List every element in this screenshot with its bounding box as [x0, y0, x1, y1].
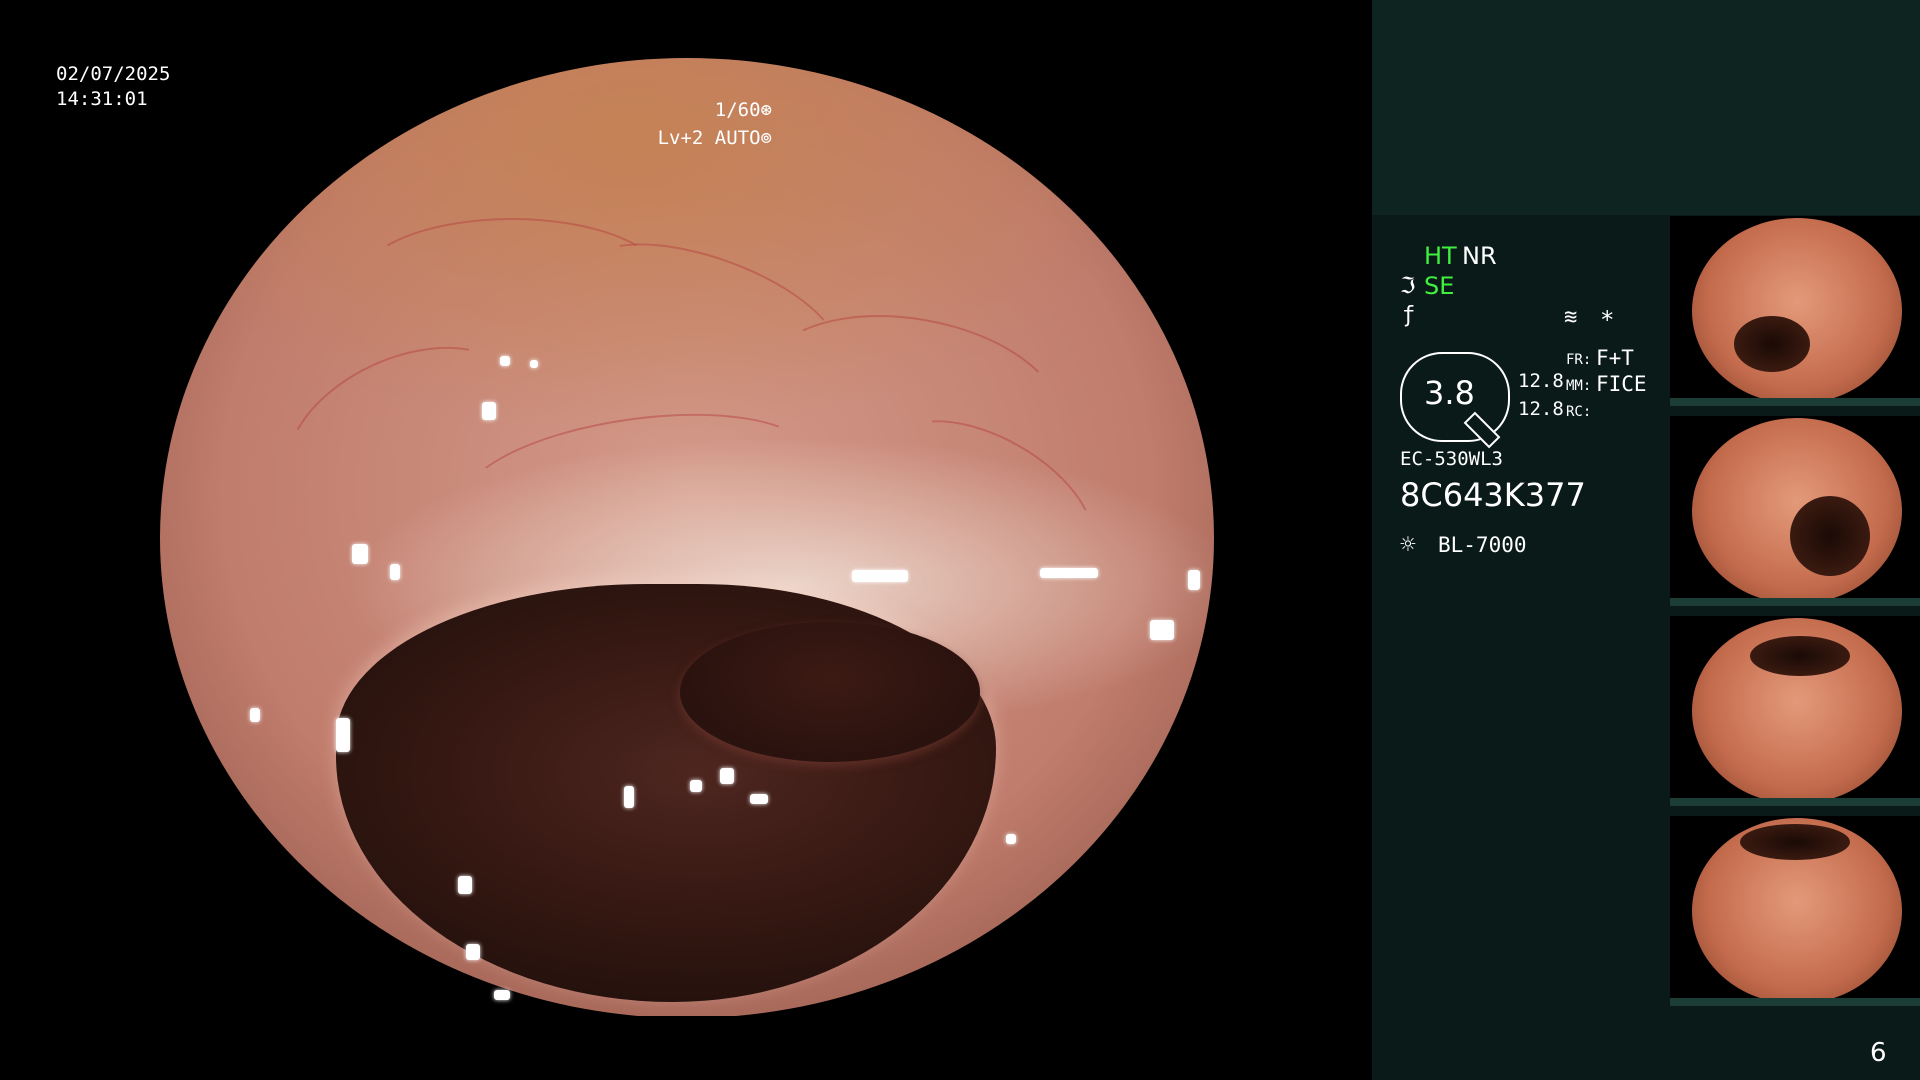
- date-label: 02/07/2025: [56, 63, 171, 85]
- mucosal-fold: [680, 622, 980, 762]
- mm-label: MM:: [1566, 378, 1592, 394]
- fr-label: FR:: [1566, 352, 1592, 368]
- page-number: 6: [1870, 1038, 1887, 1068]
- mm-value: FICE: [1596, 372, 1647, 396]
- image-crop-bottom: [0, 1016, 1372, 1080]
- gauge-value: 3.8: [1424, 374, 1475, 412]
- value-2: 12.8: [1518, 398, 1564, 420]
- scope-serial: 8C643K377: [1400, 476, 1586, 514]
- value-1: 12.8: [1518, 370, 1564, 392]
- light-source-icon: ☼: [1400, 530, 1416, 560]
- ht-indicator: HT: [1424, 242, 1457, 270]
- nr-indicator: NR: [1462, 242, 1497, 270]
- time-label: 14:31:01: [56, 88, 148, 110]
- thumbnail-2[interactable]: [1670, 416, 1920, 606]
- thumbnail-4[interactable]: [1670, 816, 1920, 1006]
- light-source-label: BL-7000: [1438, 533, 1527, 557]
- info-panel-header: [1372, 0, 1920, 215]
- se-indicator: SE: [1424, 272, 1455, 300]
- endoscope-main-view: 02/07/2025 14:31:01 1/60⊛ Lv+2 AUTO⊚: [0, 0, 1372, 1080]
- shutter-speed-label: 1/60⊛: [714, 99, 772, 121]
- exposure-level-label: Lv+2 AUTO⊚: [657, 127, 772, 149]
- scope-model: EC-530WL3: [1400, 448, 1503, 470]
- rc-label: RC:: [1566, 404, 1592, 420]
- f-mode-icon: ƒ: [1402, 303, 1416, 328]
- image-crop-top: [0, 0, 1372, 58]
- thumbnail-3[interactable]: [1670, 616, 1920, 806]
- se-curve-icon: ℑ: [1400, 274, 1416, 299]
- wave-icon: ≋: [1564, 305, 1578, 330]
- asterisk-icon: *: [1600, 306, 1615, 334]
- fr-value: F+T: [1596, 346, 1634, 370]
- thumbnail-1[interactable]: [1670, 216, 1920, 406]
